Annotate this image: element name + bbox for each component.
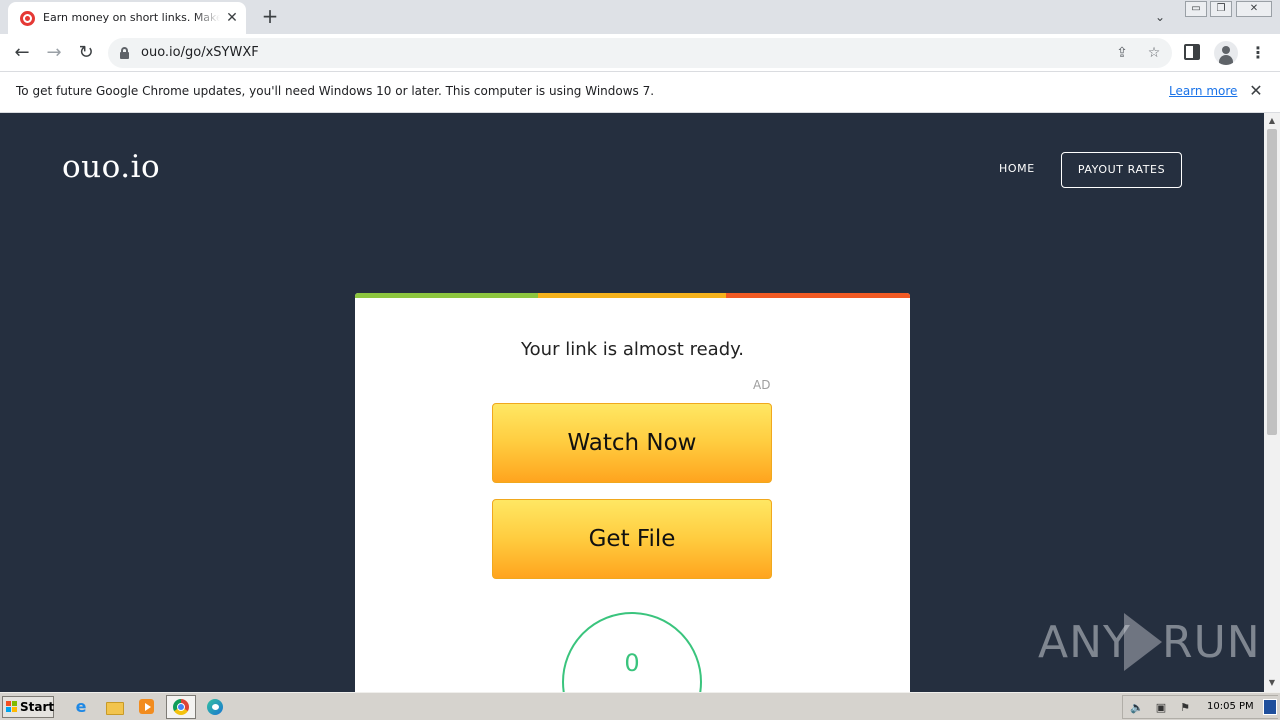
back-button[interactable]: ← <box>9 40 35 66</box>
window-minimize-button[interactable]: ▭ <box>1185 1 1207 17</box>
speaker-icon[interactable]: 🔈 <box>1129 700 1145 716</box>
windows-logo-icon <box>6 701 18 713</box>
scroll-thumb[interactable] <box>1267 129 1277 435</box>
lock-icon[interactable] <box>120 47 129 59</box>
bookmark-star-icon[interactable]: ☆ <box>1144 43 1164 63</box>
show-desktop-button[interactable] <box>1263 699 1277 715</box>
tab-title: Earn money on short links. Make short li… <box>43 11 220 24</box>
watermark-play-icon <box>1124 613 1162 671</box>
tab-search-icon[interactable]: ⌄ <box>1150 7 1170 27</box>
countdown-timer: 0 <box>562 612 702 692</box>
action-center-flag-icon[interactable]: ⚑ <box>1177 700 1193 716</box>
system-tray: 🔈 ▣ ⚑ 10:05 PM <box>1122 695 1278 719</box>
ad-label: AD <box>753 378 771 392</box>
browser-tab[interactable]: Earn money on short links. Make short li… <box>8 2 246 34</box>
watermark-run: RUN <box>1162 617 1261 668</box>
windows-taskbar: Start e 🔈 ▣ ⚑ 10:05 PM <box>0 692 1280 720</box>
card-heading: Your link is almost ready. <box>521 339 744 360</box>
window-close-button[interactable]: ✕ <box>1236 1 1272 17</box>
new-tab-button[interactable]: + <box>258 5 282 29</box>
anyrun-watermark: ANY RUN <box>1038 609 1260 679</box>
link-card: Your link is almost ready. AD Watch Now … <box>355 293 910 692</box>
file-explorer-icon[interactable] <box>103 697 125 717</box>
page-scrollbar[interactable]: ▲ ▼ <box>1264 113 1280 692</box>
page-viewport: ouo.io HOME PAYOUT RATES Your link is al… <box>0 113 1264 692</box>
bar-segment-orange <box>538 293 726 298</box>
site-logo[interactable]: ouo.io <box>62 149 160 185</box>
address-url[interactable]: ouo.io/go/xSYWXF <box>141 45 259 60</box>
network-icon[interactable]: ▣ <box>1153 700 1169 716</box>
chrome-icon <box>173 699 189 715</box>
infobar-close-icon[interactable]: ✕ <box>1246 81 1266 101</box>
internet-explorer-icon[interactable]: e <box>70 697 92 717</box>
profile-avatar-icon[interactable] <box>1214 41 1238 65</box>
browser-toolbar: ← → ↻ ouo.io/go/xSYWXF ⇪ ☆ ⋮ <box>0 34 1280 72</box>
card-color-bar <box>355 293 910 298</box>
tab-close-icon[interactable]: ✕ <box>224 10 240 26</box>
nav-home-link[interactable]: HOME <box>999 162 1035 175</box>
start-button[interactable]: Start <box>2 696 54 718</box>
get-file-button[interactable]: Get File <box>492 499 772 579</box>
chrome-menu-icon[interactable]: ⋮ <box>1250 42 1266 64</box>
watch-now-button[interactable]: Watch Now <box>492 403 772 483</box>
address-bar[interactable]: ouo.io/go/xSYWXF ⇪ ☆ <box>108 38 1172 68</box>
edge-taskbar-button[interactable] <box>204 697 226 717</box>
countdown-value: 0 <box>624 649 640 677</box>
window-maximize-button[interactable]: ❐ <box>1210 1 1232 17</box>
chrome-taskbar-button[interactable] <box>166 695 196 719</box>
payout-rates-button[interactable]: PAYOUT RATES <box>1061 152 1182 188</box>
forward-button[interactable]: → <box>41 40 67 66</box>
update-infobar: To get future Google Chrome updates, you… <box>0 72 1280 113</box>
bar-segment-green <box>355 293 538 298</box>
infobar-message: To get future Google Chrome updates, you… <box>16 84 655 98</box>
start-label: Start <box>20 700 55 714</box>
share-icon[interactable]: ⇪ <box>1112 43 1132 63</box>
taskbar-clock[interactable]: 10:05 PM <box>1207 701 1254 712</box>
tab-strip: Earn money on short links. Make short li… <box>0 0 1280 34</box>
side-panel-icon[interactable] <box>1184 44 1200 60</box>
scroll-down-icon[interactable]: ▼ <box>1264 677 1280 689</box>
media-player-icon[interactable] <box>136 697 158 717</box>
watermark-any: ANY <box>1038 617 1131 668</box>
edge-icon <box>207 699 223 715</box>
reload-button[interactable]: ↻ <box>73 40 99 66</box>
learn-more-link[interactable]: Learn more <box>1169 84 1237 98</box>
scroll-up-icon[interactable]: ▲ <box>1264 115 1280 127</box>
bar-segment-red <box>726 293 910 298</box>
ouo-favicon-icon <box>20 11 35 26</box>
